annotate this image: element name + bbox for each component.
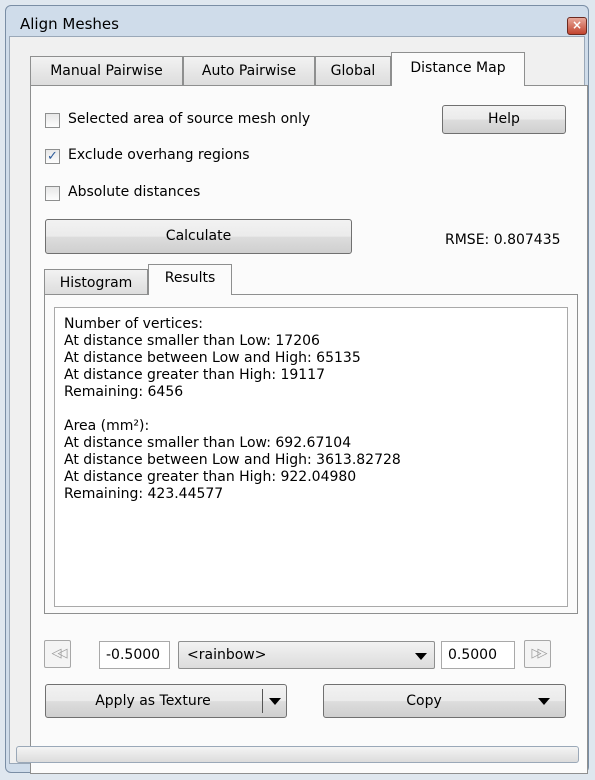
area-greater-than-high: At distance greater than High: 922.04980 <box>64 469 357 485</box>
tab-distance-map[interactable]: Distance Map <box>391 52 525 86</box>
colormap-selected: <rainbow> <box>187 647 267 663</box>
colormap-dropdown[interactable]: <rainbow> <box>178 641 435 669</box>
rmse-value: RMSE: 0.807435 <box>445 232 561 248</box>
low-value-field[interactable]: -0.5000 <box>99 641 170 669</box>
absolute-distances-checkbox[interactable] <box>45 186 60 201</box>
skip-to-end-icon[interactable]: ▷▷ <box>524 640 551 668</box>
vertices-remaining: Remaining: 6456 <box>64 384 184 400</box>
chevron-down-icon[interactable] <box>269 698 281 705</box>
exclude-overhang-checkbox[interactable]: ✓ <box>45 149 60 164</box>
exclude-overhang-label[interactable]: Exclude overhang regions <box>68 147 250 163</box>
copy-label: Copy <box>406 693 442 709</box>
selected-area-label[interactable]: Selected area of source mesh only <box>68 111 310 127</box>
tab-auto-pairwise[interactable]: Auto Pairwise <box>183 56 315 86</box>
calculate-button[interactable]: Calculate <box>45 219 352 254</box>
window-title: Align Meshes <box>20 15 119 33</box>
absolute-distances-label[interactable]: Absolute distances <box>68 184 200 200</box>
results-text-box[interactable]: Number of vertices: At distance smaller … <box>54 307 568 607</box>
status-bar <box>16 746 579 763</box>
copy-button[interactable]: Copy <box>323 684 566 718</box>
high-value-field[interactable]: 0.5000 <box>441 641 515 669</box>
vertices-header: Number of vertices: <box>64 316 203 332</box>
selected-area-checkbox[interactable] <box>45 113 60 128</box>
help-button[interactable]: Help <box>442 105 566 134</box>
vertices-between-low-high: At distance between Low and High: 65135 <box>64 350 361 366</box>
tab-histogram[interactable]: Histogram <box>44 269 148 295</box>
area-smaller-than-low: At distance smaller than Low: 692.67104 <box>64 435 352 451</box>
close-button[interactable]: × <box>567 17 587 35</box>
area-header: Area (mm²): <box>64 418 150 434</box>
apply-as-texture-label: Apply as Texture <box>95 693 211 709</box>
area-remaining: Remaining: 423.44577 <box>64 486 224 502</box>
vertices-smaller-than-low: At distance smaller than Low: 17206 <box>64 333 320 349</box>
chevron-down-icon <box>415 653 427 660</box>
tab-results[interactable]: Results <box>148 264 232 295</box>
split-divider <box>262 689 263 713</box>
vertices-greater-than-high: At distance greater than High: 19117 <box>64 367 326 383</box>
tab-manual-pairwise[interactable]: Manual Pairwise <box>30 56 183 86</box>
apply-as-texture-button[interactable]: Apply as Texture <box>45 684 287 718</box>
skip-to-start-icon[interactable]: ◁◁ <box>44 640 71 668</box>
chevron-down-icon <box>538 698 550 705</box>
area-between-low-high: At distance between Low and High: 3613.8… <box>64 452 401 468</box>
tab-global[interactable]: Global <box>315 56 391 86</box>
